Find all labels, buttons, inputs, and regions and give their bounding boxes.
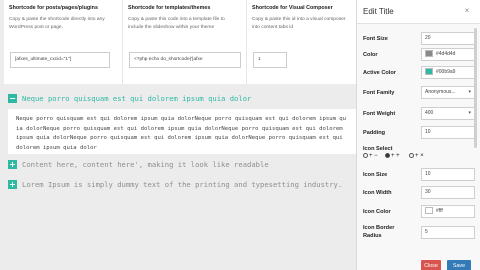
font-size-input[interactable]: 20 [421,32,475,45]
icon-color-row: Icon Color #fff [363,205,475,221]
plus-icon[interactable]: + [8,160,17,169]
icon-width-input[interactable]: 30 [421,186,475,199]
active-color-swatch [425,68,433,76]
padding-row: Padding 10 [363,126,475,142]
icon-size-row: Icon Size 10 [363,168,475,184]
icon-width-row: Icon Width 30 [363,186,475,202]
shortcode-card-title: Shortcode for templates/themes [128,5,211,11]
edit-panel-header: Edit Title × [357,0,480,24]
radio-icon [363,153,368,158]
accordion-title: Neque porro quisquam est qui dolorem ips… [22,94,252,103]
php-code-input[interactable]: <?php echo do_shortcode('[afxe [129,52,241,68]
shortcode-card-description: Copy & paste this id into a visual compo… [252,17,346,30]
icon-select-label: Icon Select [363,146,393,152]
icon-size-input[interactable]: 10 [421,168,475,181]
font-weight-row: Font Weight 400 ▾ [363,107,475,123]
shortcode-input[interactable]: [afxes_ultimate_cxcid="1"] [10,52,110,68]
edit-title-panel: Edit Title × Font Size 20 Color #4d4d4d … [356,0,480,270]
accordion-content: Neque porro quisquam est qui dolorem ips… [16,116,347,151]
active-color-value: #00b9a9 [436,69,456,75]
shortcode-card-description: Copy & paste this code into a template f… [128,17,225,30]
accordion-title: Content here, content here', making it l… [22,160,269,169]
active-color-picker[interactable]: #00b9a9 [421,66,475,79]
color-label: Color [363,52,378,58]
icon-option-label: + × [415,153,424,160]
shortcode-card-title: Shortcode for Visual Composer [252,5,333,11]
radio-icon [409,153,414,158]
edit-panel-title: Edit Title [363,7,394,16]
icon-option-label: + + [391,153,400,160]
font-weight-label: Font Weight [363,111,396,117]
active-color-label: Active Color [363,70,396,76]
icon-option-plus-plus[interactable]: + + [385,153,400,159]
font-family-row: Font Family Anonymous... ▾ [363,86,475,102]
save-button[interactable]: Save [447,260,471,270]
close-icon[interactable]: × [461,5,473,17]
icon-border-radius-row: Icon Border Radius 5 [363,224,475,242]
shortcode-card-description: Copy & paste the shortcode directly into… [9,17,105,30]
composer-id-input[interactable]: 1 [253,52,287,68]
icon-option-label: + − [369,153,378,160]
scrollbar[interactable] [474,28,477,148]
active-color-row: Active Color #00b9a9 [363,66,475,82]
icon-color-swatch [425,207,433,215]
font-size-label: Font Size [363,36,388,42]
color-swatch [425,50,433,58]
padding-label: Padding [363,130,386,136]
accordion-header[interactable]: + Lorem Ipsum is simply dummy text of th… [8,180,354,192]
icon-size-label: Icon Size [363,172,388,178]
icon-option-plus-minus[interactable]: + − [363,153,378,159]
icon-select-options: + − + + + × [363,153,475,163]
accordion-header[interactable]: + Content here, content here', making it… [8,160,354,172]
close-button[interactable]: Close [421,260,441,270]
shortcode-card-title: Shortcode for posts/pages/plugins [9,5,98,11]
color-value: #4d4d4d [436,51,456,57]
icon-color-picker[interactable]: #fff [421,205,475,218]
icon-border-radius-label-line1: Icon Border [363,225,395,231]
icon-color-label: Icon Color [363,209,391,215]
color-row: Color #4d4d4d [363,48,475,64]
icon-color-value: #fff [436,208,443,214]
chevron-down-icon: ▾ [468,110,471,116]
font-weight-select[interactable]: 400 ▾ [421,107,475,120]
shortcode-cards: Shortcode for posts/pages/plugins Copy &… [4,0,356,84]
icon-border-radius-label-line2: Radius [363,233,382,239]
font-size-row: Font Size 20 [363,32,475,48]
font-family-value: Anonymous... [425,89,456,95]
icon-border-radius-label: Icon Border Radius [363,224,394,240]
font-family-label: Font Family [363,90,395,96]
accordion-panel: Neque porro quisquam est qui dolorem ips… [8,109,356,154]
plus-icon[interactable]: + [8,180,17,189]
shortcode-card-visual-composer: Shortcode for Visual Composer Copy & pas… [246,0,356,84]
chevron-down-icon: ▾ [468,89,471,95]
accordion-title: Lorem Ipsum is simply dummy text of the … [22,180,343,189]
color-picker[interactable]: #4d4d4d [421,48,475,61]
accordion-header-open[interactable]: − Neque porro quisquam est qui dolorem i… [8,94,354,106]
font-weight-value: 400 [425,110,434,116]
icon-border-radius-input[interactable]: 5 [421,226,475,239]
shortcode-card-templates: Shortcode for templates/themes Copy & pa… [122,0,246,84]
icon-option-plus-times[interactable]: + × [409,153,424,159]
padding-input[interactable]: 10 [421,126,475,139]
font-family-select[interactable]: Anonymous... ▾ [421,86,475,99]
icon-width-label: Icon Width [363,190,392,196]
radio-selected-icon [385,153,390,158]
minus-icon[interactable]: − [8,94,17,103]
shortcode-card-posts: Shortcode for posts/pages/plugins Copy &… [4,0,122,84]
